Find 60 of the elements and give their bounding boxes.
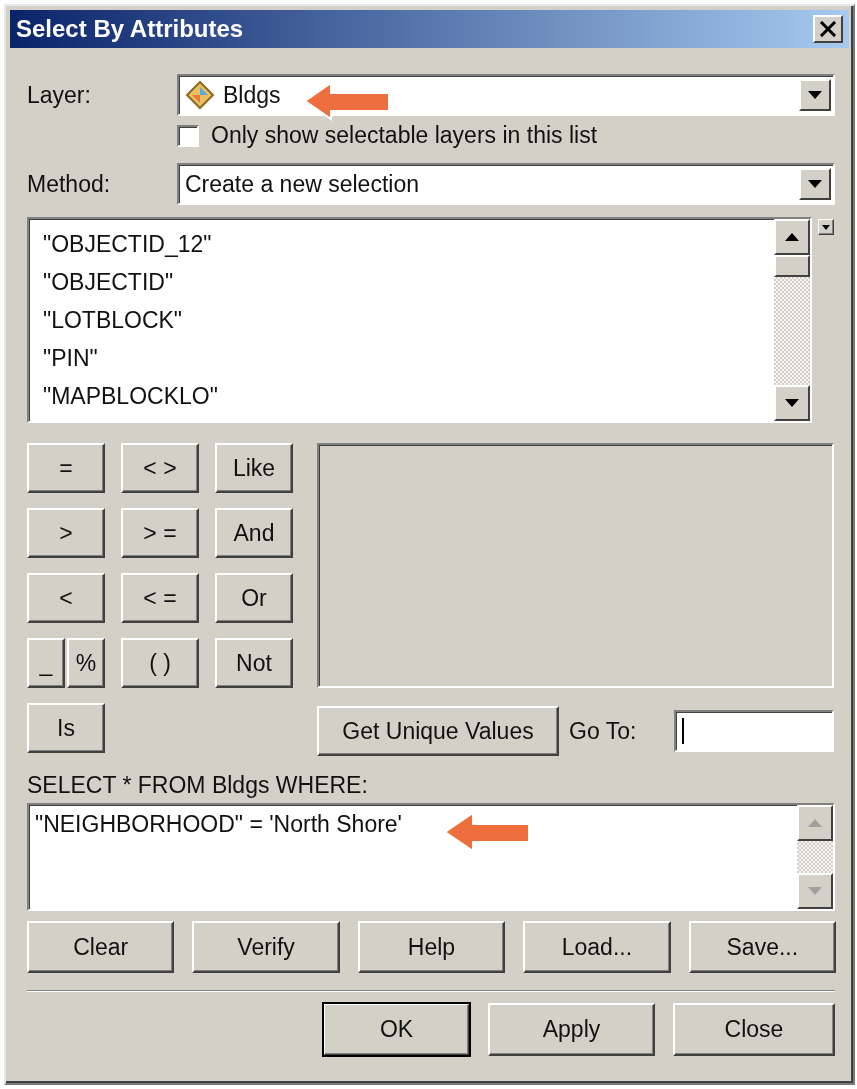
close-button[interactable] (813, 15, 843, 43)
operator-button[interactable]: < = (121, 573, 199, 623)
scroll-thumb[interactable] (774, 255, 810, 277)
field-item[interactable]: "MAPBLOCKLO" (43, 377, 774, 415)
go-to-label: Go To: (569, 717, 638, 745)
dialog-button[interactable]: OK (323, 1003, 470, 1056)
scroll-up-button[interactable] (774, 219, 810, 255)
get-unique-values-button[interactable]: Get Unique Values (317, 706, 559, 756)
scroll-down-button[interactable] (774, 385, 810, 421)
scroll-up-button[interactable] (797, 805, 833, 841)
dropdown-button[interactable] (799, 168, 831, 200)
operator-button[interactable]: < (27, 573, 105, 623)
method-label: Method: (27, 170, 112, 198)
field-item[interactable]: "PIN" (43, 339, 774, 377)
operator-button[interactable]: > (27, 508, 105, 558)
checkbox[interactable] (177, 124, 199, 147)
caret-icon (808, 887, 822, 895)
expression-button[interactable]: Load... (523, 921, 671, 973)
field-item[interactable]: "LOTBLOCK" (43, 301, 774, 339)
expression-button[interactable]: Verify (192, 921, 340, 973)
expression-button[interactable]: Help (357, 921, 506, 973)
operator-button[interactable]: > = (121, 508, 199, 558)
dialog-button[interactable]: Close (673, 1003, 835, 1056)
checkbox-label: Only show selectable layers in this list (211, 122, 598, 149)
operator-button[interactable]: Is (27, 703, 105, 753)
operator-button[interactable]: ( ) (121, 638, 199, 688)
go-to-field[interactable] (674, 710, 834, 752)
expression-box[interactable]: "NEIGHBORHOOD" = 'North Shore' (27, 803, 835, 911)
scrollbar-track[interactable] (797, 841, 833, 873)
operator-button[interactable]: Or (215, 573, 293, 623)
resize-button[interactable] (818, 219, 834, 235)
operator-button[interactable]: And (215, 508, 293, 558)
field-item[interactable]: "OBJECTID" (43, 263, 774, 301)
operator-button[interactable]: _ (27, 638, 65, 688)
window-title: Select By Attributes (16, 15, 244, 43)
expression-button[interactable]: Clear (27, 921, 175, 973)
field-list[interactable]: "OBJECTID_12" "OBJECTID" "LOTBLOCK" "PIN" "MAPBLOCKLO" (27, 217, 812, 423)
operator-button[interactable]: % (67, 638, 105, 688)
dropdown-button[interactable] (799, 79, 831, 111)
caret-icon (785, 233, 799, 241)
caret-icon (808, 91, 822, 99)
caret-icon (808, 180, 822, 188)
scroll-down-button[interactable] (797, 873, 833, 909)
layer-dropdown[interactable]: Bldgs (177, 74, 835, 116)
operator-button[interactable]: = (27, 443, 105, 493)
operator-button[interactable]: Like (215, 443, 293, 493)
dialog-button[interactable]: Apply (488, 1003, 655, 1056)
caret-icon (785, 399, 799, 407)
close-icon (819, 21, 837, 37)
caret-icon (822, 224, 830, 230)
expression-button[interactable]: Save... (688, 921, 837, 973)
polygon-layer-icon (185, 80, 215, 110)
expression-text: "NEIGHBORHOOD" = 'North Shore' (35, 811, 402, 837)
caret-icon (808, 819, 822, 827)
expression-label: SELECT * FROM Bldgs WHERE: (27, 772, 369, 799)
operator-button[interactable]: < > (121, 443, 199, 493)
method-dropdown[interactable]: Create a new selection (177, 163, 835, 205)
layer-label: Layer: (27, 81, 92, 109)
field-item[interactable]: "OBJECTID_12" (43, 225, 774, 263)
operator-button[interactable]: Not (215, 638, 293, 688)
